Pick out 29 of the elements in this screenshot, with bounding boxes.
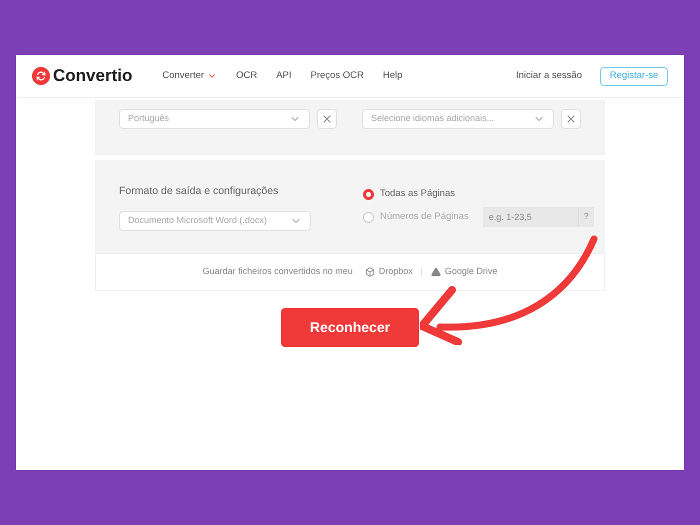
nav-link[interactable]: OCR — [236, 68, 258, 84]
triangle-icon — [430, 267, 441, 277]
box-icon — [364, 267, 375, 277]
nav-link[interactable]: API — [276, 68, 292, 84]
additional-language-select[interactable]: Selecione idiomas adicionais... — [362, 109, 554, 129]
output-title: Formato de saída e configurações — [119, 184, 280, 199]
close-icon — [321, 113, 333, 125]
login-link[interactable]: Iniciar a sessão — [516, 68, 582, 84]
language-select[interactable]: Português — [119, 109, 310, 129]
storage-link[interactable]: Dropbox — [364, 265, 413, 279]
nav-link[interactable]: Help — [382, 68, 402, 84]
separator: | — [420, 266, 423, 278]
clear-button[interactable] — [561, 109, 581, 129]
nav-link[interactable]: Converter — [162, 68, 218, 84]
nav-link[interactable]: Preços OCR — [310, 68, 364, 84]
logo-text: Convertio — [53, 65, 132, 88]
radio-button[interactable] — [363, 212, 374, 222]
page-range-field[interactable]: e.g. 1-23,5 — [482, 207, 578, 227]
storage-link[interactable]: Google Drive — [430, 265, 498, 279]
recognize-button[interactable]: Reconhecer — [281, 308, 419, 347]
register-button[interactable]: Registar-se — [600, 66, 668, 86]
radio-label: Todas as Páginas — [380, 186, 455, 201]
radio-button[interactable] — [363, 188, 374, 200]
radio-label: Números de Páginas — [380, 210, 469, 224]
format-select[interactable]: Documento Microsoft Word (.docx) — [119, 210, 311, 231]
clear-button[interactable] — [317, 109, 337, 129]
close-icon — [565, 113, 577, 125]
logo-icon — [32, 67, 50, 85]
save-text: Guardar ficheiros convertidos no meu — [202, 265, 353, 278]
